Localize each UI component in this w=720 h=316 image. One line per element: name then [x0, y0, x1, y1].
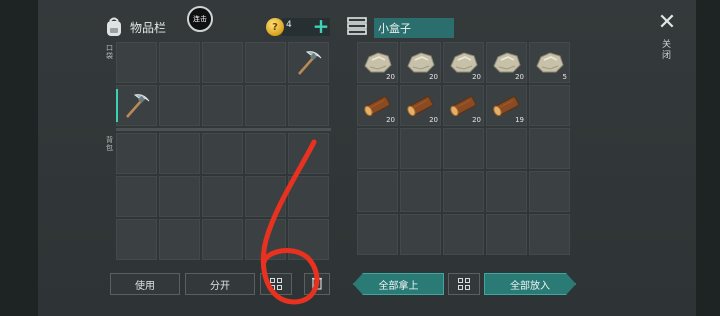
box-slot[interactable]: 20 — [357, 85, 398, 126]
backpack-slot[interactable] — [159, 133, 200, 174]
grid-icon — [458, 278, 470, 290]
box-slot[interactable] — [400, 171, 441, 212]
box-slot[interactable] — [357, 128, 398, 169]
inventory-header: 物品栏 — [104, 14, 166, 40]
backpack-label: 背包 — [106, 136, 113, 152]
box-slot[interactable]: 19 — [486, 85, 527, 126]
backpack-slot[interactable] — [159, 219, 200, 260]
pocket-slot[interactable] — [245, 42, 286, 83]
backpack-slot[interactable] — [288, 219, 329, 260]
box-slot[interactable] — [529, 85, 570, 126]
backpack-slot[interactable] — [116, 176, 157, 217]
stone-icon — [536, 52, 564, 73]
box-sort-button[interactable] — [448, 273, 480, 295]
pocket-slot[interactable] — [288, 85, 329, 126]
pocket-slot[interactable] — [159, 85, 200, 126]
box-slot[interactable] — [400, 214, 441, 255]
box-slot[interactable] — [529, 171, 570, 212]
backpack-slot[interactable] — [159, 176, 200, 217]
item-quantity: 20 — [472, 116, 481, 124]
backpack-slot[interactable] — [116, 133, 157, 174]
pocket-slot[interactable] — [116, 42, 157, 83]
combo-button[interactable]: 连击 — [187, 6, 213, 32]
box-slot[interactable]: 20 — [400, 85, 441, 126]
pickaxe-icon — [298, 51, 322, 75]
box-header: 小盒子 — [346, 16, 454, 40]
item-quantity: 20 — [429, 116, 438, 124]
pocket-slot[interactable] — [159, 42, 200, 83]
box-slot[interactable] — [400, 128, 441, 169]
grid-icon — [270, 278, 282, 290]
books-icon — [346, 16, 368, 40]
box-slot[interactable]: 20 — [357, 42, 398, 83]
pocket-slot[interactable] — [116, 85, 157, 126]
box-slot[interactable] — [529, 214, 570, 255]
backpack-slot[interactable] — [116, 219, 157, 260]
box-slot[interactable]: 20 — [443, 85, 484, 126]
backpack-slot[interactable] — [288, 133, 329, 174]
box-title: 小盒子 — [374, 18, 454, 38]
put-all-button[interactable]: 全部放入 — [484, 273, 576, 295]
item-quantity: 20 — [386, 73, 395, 81]
box-slot[interactable] — [443, 128, 484, 169]
box-slot[interactable] — [486, 214, 527, 255]
pocket-slot[interactable] — [202, 85, 243, 126]
pocket-slot[interactable] — [288, 42, 329, 83]
backpack-grid — [116, 133, 329, 260]
close-label[interactable]: 关闭 — [662, 40, 674, 62]
box-slot[interactable] — [529, 128, 570, 169]
backpack-icon — [104, 16, 124, 38]
box-slot[interactable] — [486, 171, 527, 212]
backpack-slot[interactable] — [202, 219, 243, 260]
box-slot[interactable] — [357, 171, 398, 212]
backpack-slot[interactable] — [245, 176, 286, 217]
backpack-slot[interactable] — [245, 133, 286, 174]
backpack-slot[interactable] — [245, 219, 286, 260]
take-all-button[interactable]: 全部拿上 — [353, 273, 444, 295]
item-quantity: 19 — [515, 116, 524, 124]
coin-icon: ? — [266, 18, 284, 36]
section-divider — [116, 128, 331, 131]
use-button[interactable]: 使用 — [110, 273, 180, 295]
item-quantity: 20 — [386, 116, 395, 124]
backpack-slot[interactable] — [202, 133, 243, 174]
item-quantity: 20 — [515, 73, 524, 81]
backpack-slot[interactable] — [288, 176, 329, 217]
plus-icon[interactable]: + — [312, 16, 330, 36]
box-slot[interactable] — [443, 214, 484, 255]
item-quantity: 20 — [429, 73, 438, 81]
box-slot[interactable] — [357, 214, 398, 255]
item-quantity: 20 — [472, 73, 481, 81]
box-slot[interactable] — [443, 171, 484, 212]
close-icon[interactable]: ✕ — [656, 12, 678, 34]
left-edge — [0, 0, 38, 316]
pickaxe-icon — [126, 94, 150, 118]
right-edge — [696, 0, 720, 316]
pocket-grid — [116, 42, 329, 126]
box-slot[interactable]: 20 — [486, 42, 527, 83]
trash-icon — [311, 276, 323, 293]
pocket-slot[interactable] — [202, 42, 243, 83]
backpack-slot[interactable] — [202, 176, 243, 217]
item-quantity: 5 — [562, 73, 567, 81]
box-slot[interactable]: 20 — [443, 42, 484, 83]
box-slot[interactable]: 20 — [400, 42, 441, 83]
inventory-title: 物品栏 — [130, 20, 167, 35]
box-slot[interactable] — [486, 128, 527, 169]
pocket-slot[interactable] — [245, 85, 286, 126]
trash-button[interactable] — [304, 273, 330, 295]
sort-button[interactable] — [260, 273, 292, 295]
box-grid: 20 20 20 20 5 20 20 20 19 — [357, 42, 570, 255]
box-slot[interactable]: 5 — [529, 42, 570, 83]
split-button[interactable]: 分开 — [185, 273, 255, 295]
coin-count: 4 — [286, 20, 292, 30]
pocket-label: 口袋 — [106, 44, 113, 60]
